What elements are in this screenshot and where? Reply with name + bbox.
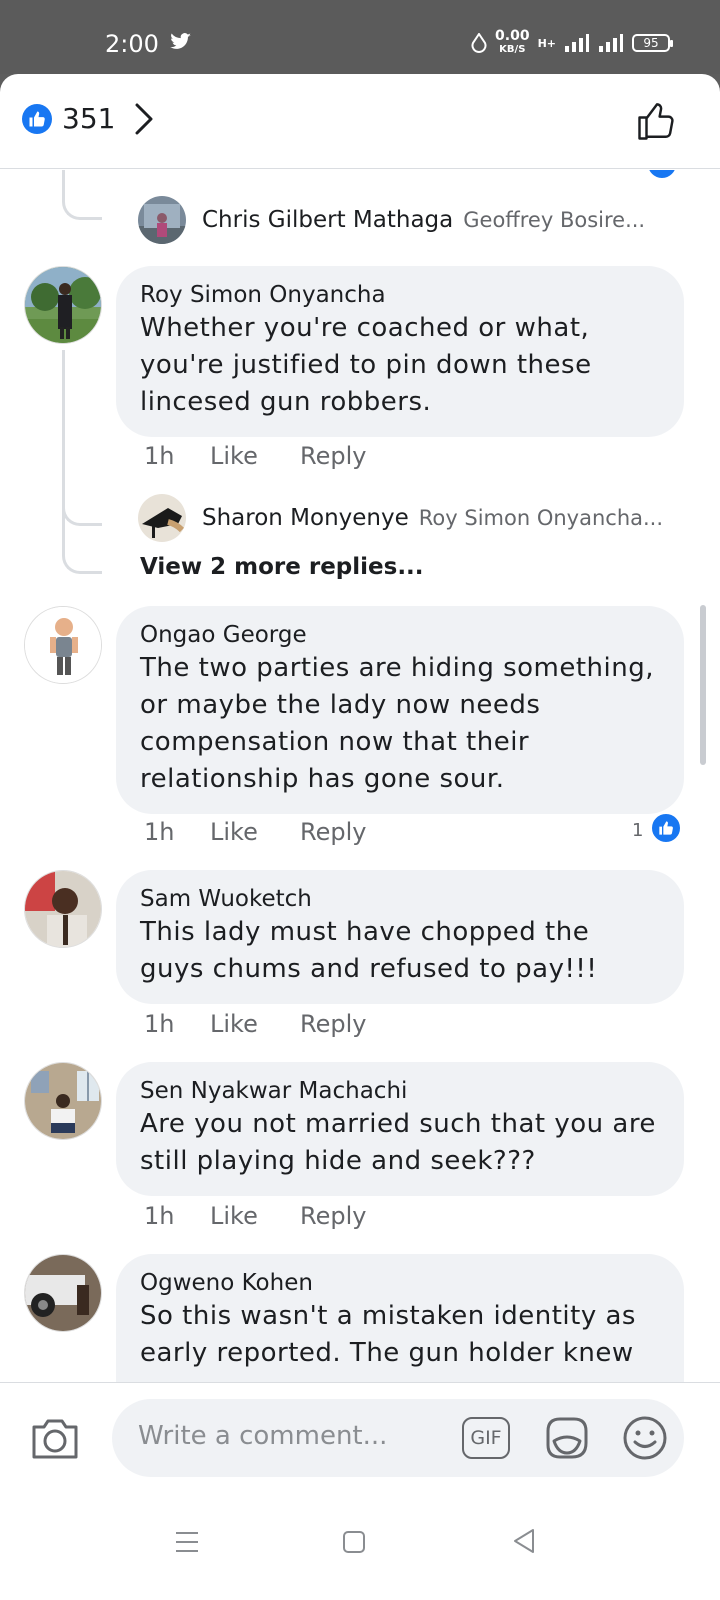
comment-time: 1h (144, 442, 175, 470)
network-type: H+ (537, 36, 556, 50)
comment-author[interactable]: Roy Simon Onyancha (140, 280, 660, 310)
like-reaction-icon (646, 170, 678, 180)
comment-bubble[interactable]: Sen Nyakwar Machachi Are you not married… (116, 1062, 684, 1196)
battery-icon: 95 (632, 34, 673, 52)
data-saver-icon (471, 33, 487, 53)
comment-composer: Write a comment... GIF (0, 1382, 720, 1492)
like-button[interactable]: Like (210, 1010, 300, 1038)
avatar[interactable] (24, 606, 102, 684)
sticker-icon[interactable] (542, 1413, 592, 1463)
comments-sheet: 351 Chris Gilbert Mathaga Geoffrey Bosir… (0, 74, 720, 1600)
reply-preview-row[interactable]: Chris Gilbert Mathaga Geoffrey Bosire... (138, 196, 645, 244)
comment-time: 1h (144, 1202, 175, 1230)
thread-connector (62, 500, 102, 526)
comment-text: This lady must have chopped the guys chu… (140, 917, 598, 984)
avatar[interactable] (24, 1254, 102, 1332)
signal-icon-2 (599, 34, 623, 52)
comment-author[interactable]: Ogweno Kohen (140, 1268, 660, 1298)
camera-icon[interactable] (30, 1415, 80, 1461)
status-time: 2:00 (105, 30, 159, 58)
comment-input-placeholder[interactable]: Write a comment... (138, 1421, 387, 1451)
comment-author[interactable]: Ongao George (140, 620, 660, 650)
like-button[interactable]: Like (210, 442, 300, 470)
comment-author[interactable]: Sam Wuoketch (140, 884, 660, 914)
comment-bubble[interactable]: Roy Simon Onyancha Whether you're coache… (116, 266, 684, 437)
signal-icon (565, 34, 589, 52)
comment-time: 1h (144, 818, 175, 846)
comment-text: Whether you're coached or what, you're j… (140, 313, 592, 417)
status-bar: 2:00 0.00 KB/S H+ 95 (0, 0, 720, 74)
chevron-right-icon[interactable] (132, 102, 156, 136)
reply-author[interactable]: Chris Gilbert Mathaga (202, 207, 453, 233)
comment-actions: 1h Like Reply (144, 442, 366, 470)
like-button[interactable]: Like (210, 818, 300, 846)
twitter-icon (170, 33, 191, 49)
avatar[interactable] (24, 870, 102, 948)
reply-button[interactable]: Reply (300, 1010, 366, 1038)
gif-button[interactable]: GIF (462, 1417, 510, 1459)
comment-text: So this wasn't a mistaken identity as ea… (140, 1301, 636, 1368)
scrollbar[interactable] (700, 605, 706, 765)
comment-bubble[interactable]: Sam Wuoketch This lady must have chopped… (116, 870, 684, 1004)
network-speed: 0.00 KB/S (495, 28, 530, 55)
reply-preview-row[interactable]: Sharon Monyenye Roy Simon Onyancha... (138, 494, 663, 542)
comment-text: The two parties are hiding something, or… (140, 653, 655, 794)
status-icons: 0.00 KB/S H+ 95 (471, 28, 673, 56)
reply-button[interactable]: Reply (300, 818, 366, 846)
menu-icon[interactable] (174, 1530, 200, 1554)
back-icon[interactable] (512, 1528, 536, 1554)
home-icon[interactable] (342, 1530, 366, 1554)
comment-actions: 1h Like Reply (144, 1010, 366, 1038)
comment-text: Are you not married such that you are st… (140, 1109, 656, 1176)
like-post-icon[interactable] (636, 100, 678, 142)
avatar[interactable] (24, 1062, 102, 1140)
comment-reaction-count[interactable]: 1 (632, 820, 643, 841)
system-nav-bar (0, 1492, 720, 1600)
reactions-header: 351 (0, 74, 720, 169)
avatar (138, 494, 186, 542)
comments-feed: Chris Gilbert Mathaga Geoffrey Bosire...… (0, 170, 720, 1484)
like-reaction-icon[interactable] (650, 812, 682, 844)
reply-text-preview: Geoffrey Bosire... (463, 208, 646, 232)
comment-input[interactable]: Write a comment... GIF (112, 1399, 684, 1477)
like-reaction-icon (22, 104, 52, 134)
avatar (138, 196, 186, 244)
comment-time: 1h (144, 1010, 175, 1038)
comment-bubble[interactable]: Ongao George The two parties are hiding … (116, 606, 684, 814)
avatar[interactable] (24, 266, 102, 344)
comment-actions: 1h Like Reply (144, 818, 366, 846)
thread-connector (62, 170, 102, 220)
reply-text-preview: Roy Simon Onyancha... (418, 506, 664, 530)
reply-author[interactable]: Sharon Monyenye (202, 505, 409, 531)
comment-actions: 1h Like Reply (144, 1202, 366, 1230)
reaction-count[interactable]: 351 (62, 102, 115, 135)
comment-author[interactable]: Sen Nyakwar Machachi (140, 1076, 660, 1106)
like-button[interactable]: Like (210, 1202, 300, 1230)
emoji-icon[interactable] (620, 1413, 670, 1463)
thread-connector (62, 526, 102, 574)
reply-button[interactable]: Reply (300, 1202, 366, 1230)
view-more-replies-link[interactable]: View 2 more replies... (140, 554, 424, 580)
reply-button[interactable]: Reply (300, 442, 366, 470)
